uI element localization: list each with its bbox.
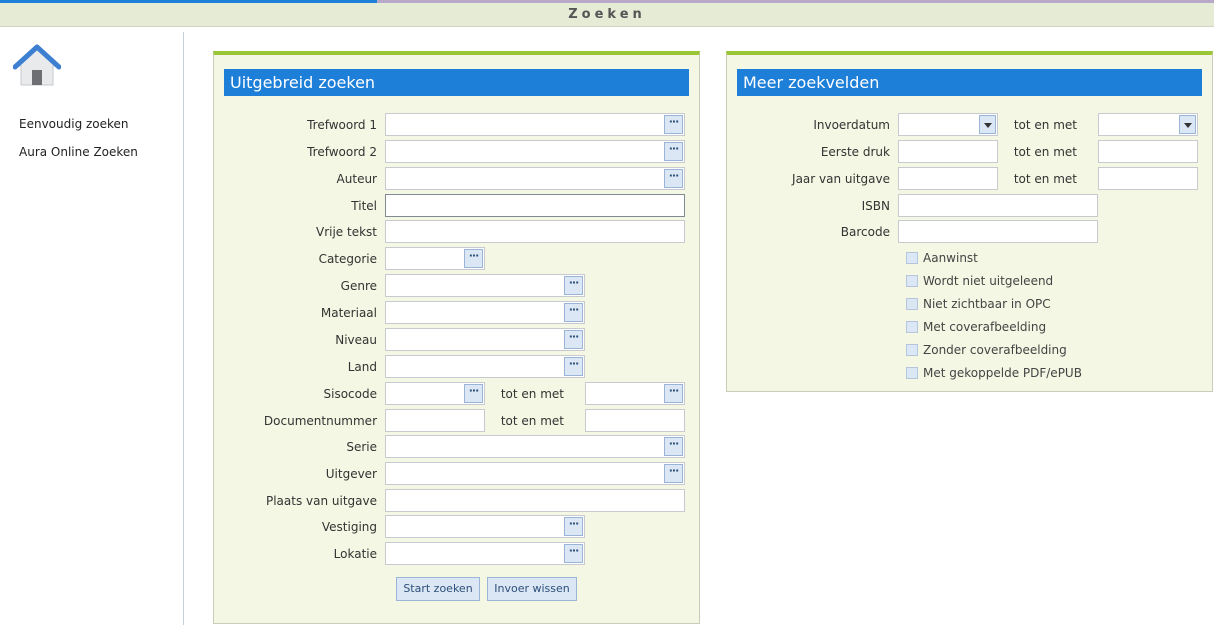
- checkbox-met-coverafbeelding[interactable]: [906, 321, 918, 333]
- plaats-van-uitgave-input[interactable]: [385, 489, 685, 512]
- chevron-down-icon[interactable]: [1179, 115, 1196, 134]
- sisocode-to-input[interactable]: ···: [585, 382, 685, 405]
- ellipsis-icon[interactable]: ···: [664, 437, 683, 456]
- label-trefwoord1: Trefwoord 1: [307, 118, 377, 132]
- ellipsis-icon[interactable]: ···: [664, 169, 683, 188]
- genre-input[interactable]: ···: [385, 274, 585, 297]
- invoerdatum-from-select[interactable]: [898, 113, 998, 136]
- label-plaats-van-uitgave: Plaats van uitgave: [265, 494, 377, 508]
- niveau-input[interactable]: ···: [385, 328, 585, 351]
- checkbox-label: Aanwinst: [923, 251, 978, 265]
- land-input[interactable]: ···: [385, 355, 585, 378]
- auteur-input[interactable]: ···: [385, 167, 685, 190]
- label-categorie: Categorie: [318, 252, 377, 266]
- label-isbn: ISBN: [861, 199, 890, 213]
- ellipsis-icon[interactable]: ···: [664, 115, 683, 134]
- checkbox-met-gekoppelde-pdf-epub[interactable]: [906, 367, 918, 379]
- documentnummer-from-input[interactable]: [385, 409, 485, 432]
- ellipsis-icon[interactable]: ···: [664, 384, 683, 403]
- jaar-van-uitgave-from-input[interactable]: [898, 167, 998, 190]
- ellipsis-icon[interactable]: ···: [464, 384, 483, 403]
- invoerdatum-to-select[interactable]: [1098, 113, 1198, 136]
- ellipsis-icon[interactable]: ···: [564, 276, 583, 295]
- isbn-input[interactable]: [898, 194, 1098, 217]
- categorie-input[interactable]: ···: [385, 247, 485, 270]
- window-title: Zoeken: [0, 3, 1214, 27]
- label-genre: Genre: [340, 279, 377, 293]
- trefwoord1-input[interactable]: ···: [385, 113, 685, 136]
- checkbox-label: Zonder coverafbeelding: [923, 343, 1067, 357]
- checkbox-label: Met gekoppelde PDF/ePUB: [923, 366, 1082, 380]
- uitgever-input[interactable]: ···: [385, 462, 685, 485]
- label-documentnummer-tot-en-met: tot en met: [500, 414, 564, 428]
- label-invoerdatum-tot-en-met: tot en met: [1013, 118, 1077, 132]
- label-titel: Titel: [351, 199, 377, 213]
- label-invoerdatum: Invoerdatum: [813, 118, 890, 132]
- trefwoord2-input[interactable]: ···: [385, 140, 685, 163]
- label-trefwoord2: Trefwoord 2: [307, 145, 377, 159]
- chevron-down-icon[interactable]: [979, 115, 996, 134]
- checkbox-niet-zichtbaar-in-opc[interactable]: [906, 298, 918, 310]
- label-niveau: Niveau: [335, 333, 377, 347]
- ellipsis-icon[interactable]: ···: [464, 249, 483, 268]
- home-icon[interactable]: [13, 44, 61, 88]
- label-jaar-van-uitgave: Jaar van uitgave: [792, 172, 890, 186]
- label-serie: Serie: [346, 440, 377, 454]
- label-materiaal: Materiaal: [320, 306, 377, 320]
- label-lokatie: Lokatie: [333, 547, 377, 561]
- label-auteur: Auteur: [336, 172, 377, 186]
- checkbox-label: Met coverafbeelding: [923, 320, 1047, 334]
- sidebar: Eenvoudig zoeken Aura Online Zoeken: [0, 32, 184, 625]
- ellipsis-icon[interactable]: ···: [564, 544, 583, 563]
- checkbox-wordt-niet-uitgeleend[interactable]: [906, 275, 918, 287]
- checkbox-zonder-coverafbeelding[interactable]: [906, 344, 918, 356]
- materiaal-input[interactable]: ···: [385, 301, 585, 324]
- label-documentnummer: Documentnummer: [263, 414, 377, 428]
- ellipsis-icon[interactable]: ···: [564, 303, 583, 322]
- sisocode-from-input[interactable]: ···: [385, 382, 485, 405]
- ellipsis-icon[interactable]: ···: [564, 517, 583, 536]
- panel-title: Meer zoekvelden: [737, 69, 1202, 96]
- ellipsis-icon[interactable]: ···: [664, 464, 683, 483]
- label-vestiging: Vestiging: [321, 520, 377, 534]
- label-uitgever: Uitgever: [325, 467, 377, 481]
- uitgebreid-zoeken-panel: Uitgebreid zoeken Trefwoord 1 ··· Trefwo…: [213, 51, 700, 624]
- panel-title: Uitgebreid zoeken: [224, 69, 689, 96]
- sidebar-item-eenvoudig-zoeken[interactable]: Eenvoudig zoeken: [19, 117, 129, 131]
- label-sisocode-tot-en-met: tot en met: [500, 387, 564, 401]
- jaar-van-uitgave-to-input[interactable]: [1098, 167, 1198, 190]
- label-jaar-van-uitgave-tot-en-met: tot en met: [1013, 172, 1077, 186]
- titel-input[interactable]: [385, 194, 685, 217]
- checkbox-aanwinst[interactable]: [906, 252, 918, 264]
- checkbox-label: Wordt niet uitgeleend: [923, 274, 1054, 288]
- lokatie-input[interactable]: ···: [385, 542, 585, 565]
- eerste-druk-to-input[interactable]: [1098, 140, 1198, 163]
- eerste-druk-from-input[interactable]: [898, 140, 998, 163]
- ellipsis-icon[interactable]: ···: [564, 330, 583, 349]
- label-eerste-druk: Eerste druk: [820, 145, 890, 159]
- meer-zoekvelden-panel: Meer zoekvelden Invoerdatum tot en met E…: [726, 51, 1213, 392]
- serie-input[interactable]: ···: [385, 435, 685, 458]
- vestiging-input[interactable]: ···: [385, 515, 585, 538]
- sidebar-item-aura-online-zoeken[interactable]: Aura Online Zoeken: [19, 145, 138, 159]
- label-barcode: Barcode: [840, 225, 890, 239]
- vrije-tekst-input[interactable]: [385, 220, 685, 243]
- label-vrije-tekst: Vrije tekst: [315, 225, 377, 239]
- label-eerste-druk-tot-en-met: tot en met: [1013, 145, 1077, 159]
- checkbox-label: Niet zichtbaar in OPC: [923, 297, 1051, 311]
- ellipsis-icon[interactable]: ···: [564, 357, 583, 376]
- start-zoeken-button[interactable]: Start zoeken: [396, 577, 480, 601]
- ellipsis-icon[interactable]: ···: [664, 142, 683, 161]
- invoer-wissen-button[interactable]: Invoer wissen: [487, 577, 577, 601]
- documentnummer-to-input[interactable]: [585, 409, 685, 432]
- barcode-input[interactable]: [898, 220, 1098, 243]
- label-land: Land: [347, 360, 377, 374]
- label-sisocode: Sisocode: [323, 387, 377, 401]
